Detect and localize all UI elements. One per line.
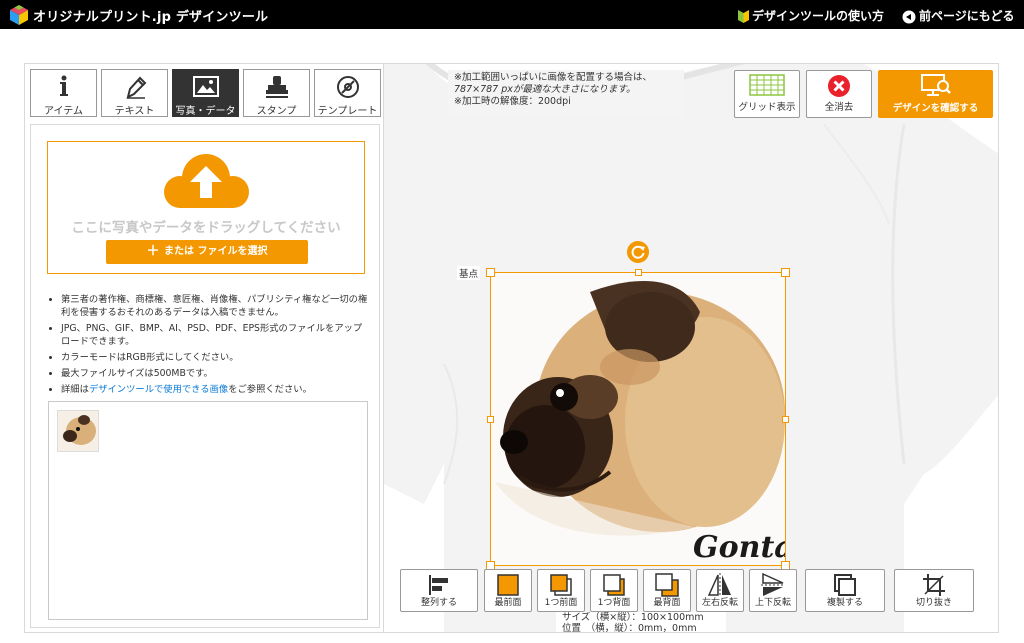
note-item: カラーモードはRGB形式にしてください。 [61, 351, 369, 364]
note-item: 最大ファイルサイズは500MBです。 [61, 367, 369, 380]
stamp-icon [265, 76, 288, 98]
dropzone-text: ここに写真やデータをドラッグしてください [71, 220, 341, 236]
uploaded-image-thumbnail[interactable] [57, 410, 99, 452]
back-circle-icon [902, 10, 916, 23]
cloud-upload-icon [164, 154, 249, 208]
flip-horizontal-button[interactable]: 左右反転 [696, 569, 744, 612]
send-to-back-button[interactable]: 最背面 [643, 569, 691, 612]
confirm-design-button[interactable]: デザインを確認する [878, 70, 993, 118]
photo-data-panel: ここに写真やデータをドラッグしてください ＋ または ファイルを選択 第三者の著… [30, 124, 380, 628]
plus-icon: ＋ [146, 244, 165, 259]
design-canvas[interactable]: ※加工範囲いっぱいに画像を配置する場合は、 787×787 pxが最適な大きさに… [384, 63, 999, 633]
resize-handle-left[interactable] [487, 416, 494, 423]
usable-images-link[interactable]: デザインツールで使用できる画像 [89, 384, 228, 395]
select-file-button[interactable]: ＋ または ファイルを選択 [106, 240, 308, 264]
crop-button[interactable]: 切り抜き [894, 569, 974, 612]
tab-stamp[interactable]: スタンプ [243, 69, 310, 117]
resize-handle-top-right[interactable] [781, 268, 790, 277]
note-item: 詳細はデザインツールで使用できる画像をご参照ください。 [61, 383, 369, 396]
tab-text[interactable]: テキスト [101, 69, 168, 117]
flip-vertical-button[interactable]: 上下反転 [749, 569, 797, 612]
size-position-info: サイズ（横×縦）：100×100mm 位置 （横，縦）：0mm，0mm [556, 612, 726, 632]
grid-toggle-button[interactable]: グリッド表示 [734, 70, 800, 118]
howto-link[interactable]: デザインツールの使い方 [738, 7, 884, 24]
brand-title: オリジナルプリント.jp デザインツール [33, 10, 269, 25]
clear-all-button[interactable]: 全消去 [806, 70, 872, 118]
upload-dropzone[interactable]: ここに写真やデータをドラッグしてください ＋ または ファイルを選択 [47, 141, 365, 274]
resize-handle-top[interactable] [635, 269, 642, 276]
resize-handle-right[interactable] [782, 416, 789, 423]
tab-item[interactable]: アイテム [30, 69, 97, 117]
selection-frame [490, 272, 786, 566]
pug-thumbnail-image [58, 411, 98, 451]
bring-forward-button[interactable]: 1つ前面 [537, 569, 585, 612]
app-header: オリジナルプリント.jp デザインツール デザインツールの使い方 前ページにもど… [0, 0, 1024, 29]
note-item: JPG、PNG、GIF、BMP、AI、PSD、PDF、EPS形式のファイルをアッ… [61, 322, 369, 348]
tab-template[interactable]: テンプレート [314, 69, 381, 117]
duplicate-button[interactable]: 複製する [805, 569, 885, 612]
print-area-info: ※加工範囲いっぱいに画像を配置する場合は、 787×787 pxが最適な大きさに… [448, 70, 684, 118]
back-link[interactable]: 前ページにもどる [902, 7, 1015, 24]
upload-notes: 第三者の著作権、商標権、意匠権、肖像権、パブリシティ権など一切の権利を侵害するお… [49, 293, 369, 399]
uploaded-images-list [48, 401, 368, 620]
left-panel: アイテム テキスト 写真・データ スタンプ テンプレート ここに写真やデータをド… [24, 63, 384, 633]
monitor-search-icon [920, 74, 951, 96]
send-backward-button[interactable]: 1つ背面 [590, 569, 638, 612]
align-button[interactable]: 整列する [400, 569, 478, 612]
image-icon [192, 76, 219, 97]
template-icon [336, 76, 359, 98]
grid-icon [749, 74, 785, 96]
anchor-label: 基点 [457, 266, 481, 280]
pen-icon [126, 76, 146, 99]
align-icon [429, 575, 448, 595]
note-item: 第三者の著作権、商標権、意匠権、肖像権、パブリシティ権など一切の権利を侵害するお… [61, 293, 369, 319]
resize-handle-top-left[interactable] [486, 268, 495, 277]
bring-to-front-button[interactable]: 最前面 [484, 569, 532, 612]
logo-icon [10, 5, 28, 25]
rotate-icon[interactable] [627, 241, 649, 263]
tab-photo-data[interactable]: 写真・データ [172, 69, 239, 117]
beginner-mark-icon [738, 10, 749, 23]
clear-x-icon [828, 75, 850, 97]
info-icon [59, 75, 68, 96]
